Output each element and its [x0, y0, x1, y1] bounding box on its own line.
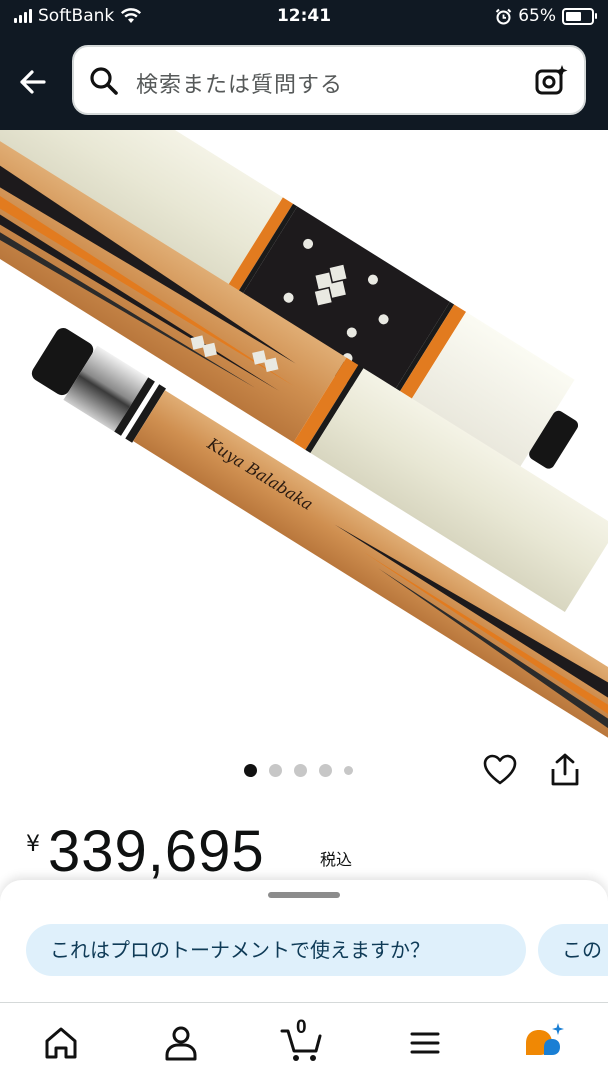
sheet-drag-handle[interactable] [268, 892, 340, 898]
status-right: 65% [495, 6, 597, 26]
suggestion-chip[interactable]: これはプロのトーナメントで使えますか？ [26, 924, 526, 976]
alarm-icon [495, 8, 512, 24]
suggestion-chip[interactable]: この [538, 924, 608, 976]
carousel-dot-active[interactable] [244, 764, 257, 777]
carousel-dot[interactable] [319, 764, 332, 777]
battery-percent: 65% [518, 6, 556, 26]
tax-label: 税込 [320, 850, 353, 869]
status-bar: SoftBank 12:41 65% [0, 0, 608, 34]
price-value: 339,695 [48, 819, 265, 884]
cart-count-badge: 0 [296, 1017, 307, 1038]
account-icon[interactable] [159, 1021, 203, 1065]
carousel-dot[interactable] [294, 764, 307, 777]
menu-icon[interactable] [403, 1021, 447, 1065]
currency-symbol: ¥ [26, 832, 40, 857]
carousel-dots [244, 764, 353, 777]
bottom-nav: 0 [0, 1002, 608, 1080]
product-image[interactable]: Kuya Balabaka [0, 130, 608, 750]
back-arrow-icon[interactable] [14, 62, 54, 102]
cart-button[interactable]: 0 [280, 1017, 324, 1065]
search-icon [90, 67, 118, 95]
share-icon[interactable] [548, 752, 582, 788]
app-header: 検索または質問する [0, 34, 608, 130]
rufus-suggestion-sheet[interactable]: これはプロのトーナメントで使えますか？ この [0, 880, 608, 1002]
home-icon[interactable] [39, 1021, 83, 1065]
carousel-dot[interactable] [344, 766, 353, 775]
search-bar[interactable]: 検索または質問する [72, 45, 586, 115]
battery-icon [562, 7, 597, 25]
camera-search-icon[interactable] [534, 63, 570, 99]
heart-icon[interactable] [482, 752, 518, 788]
search-input[interactable]: 検索または質問する [136, 67, 343, 99]
carousel-dot[interactable] [269, 764, 282, 777]
rufus-icon[interactable] [522, 1021, 566, 1065]
